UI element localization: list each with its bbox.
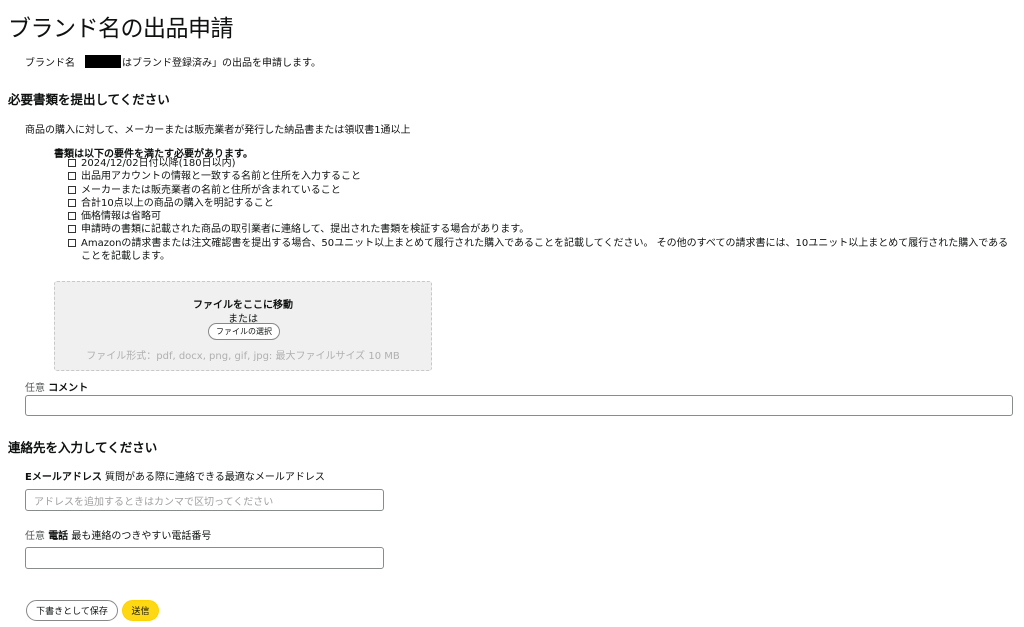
page-title: ブランド名の出品申請 <box>8 16 234 42</box>
dropzone-file-formats: ファイル形式：pdf, docx, png, gif, jpg: 最大ファイルサ… <box>86 351 400 362</box>
dropzone-title: ファイルをここに移動 <box>193 300 293 311</box>
comment-input[interactable] <box>25 395 1013 416</box>
checkbox-icon <box>68 198 76 207</box>
email-hint: 質問がある際に連絡できる最適なメールアドレス <box>105 472 325 483</box>
checkbox-icon <box>68 185 76 194</box>
documents-section-title: 必要書類を提出してください <box>8 92 170 107</box>
requirement-item: 価格情報は省略可 <box>67 210 1012 223</box>
checkbox-icon <box>68 172 76 181</box>
save-draft-button[interactable]: 下書きとして保存 <box>26 600 118 621</box>
comment-label: 任意 コメント <box>25 379 88 394</box>
redacted-brand-name <box>85 55 121 68</box>
requirement-item: 合計10点以上の商品の購入を明記すること <box>67 197 1012 210</box>
email-input[interactable]: アドレスを追加するときはカンマで区切ってください <box>25 489 384 511</box>
requirement-item: 出品用アカウントの情報と一致する名前と住所を入力すること <box>67 170 1012 183</box>
phone-input[interactable] <box>25 547 384 569</box>
optional-tag: 任意 <box>25 531 45 542</box>
requirement-item: Amazonの請求書または注文確認書を提出する場合、50ユニット以上まとめて履行… <box>67 237 1012 264</box>
optional-tag: 任意 <box>25 383 45 394</box>
email-label-text: Eメールアドレス <box>25 472 102 483</box>
checkbox-icon <box>68 225 76 234</box>
phone-hint: 最も連絡のつきやすい電話番号 <box>71 531 212 542</box>
checkbox-icon <box>68 212 76 221</box>
checkbox-icon <box>68 238 76 247</box>
email-label: Eメールアドレス 質問がある際に連絡できる最適なメールアドレス <box>25 468 325 483</box>
documents-description: 商品の購入に対して、メーカーまたは販売業者が発行した納品書または領収書1通以上 <box>25 125 411 136</box>
phone-label-text: 電話 <box>48 531 69 542</box>
requirement-item: 申請時の書類に記載された商品の取引業者に連絡して、提出された書類を検証する場合が… <box>67 223 1012 236</box>
requirements-list: 2024/12/02日付以降(180日以内) 出品用アカウントの情報と一致する名… <box>67 157 1012 263</box>
phone-label: 任意 電話 最も連絡のつきやすい電話番号 <box>25 527 211 542</box>
intro-prefix: ブランド名 <box>25 58 75 69</box>
choose-file-button[interactable]: ファイルの選択 <box>208 323 280 340</box>
contact-section-title: 連絡先を入力してください <box>8 440 158 455</box>
intro-suffix: はブランド登録済み」の出品を申請します。 <box>122 58 321 69</box>
comment-label-text: コメント <box>48 383 89 394</box>
checkbox-icon <box>68 159 76 167</box>
intro-text: ブランド名 はブランド登録済み」の出品を申請します。 <box>25 54 321 69</box>
submit-button[interactable]: 送信 <box>122 600 159 621</box>
requirement-item: 2024/12/02日付以降(180日以内) <box>67 157 1012 170</box>
file-dropzone[interactable]: ファイルをここに移動 または ファイルの選択 ファイル形式：pdf, docx,… <box>54 281 432 371</box>
requirement-item: メーカーまたは販売業者の名前と住所が含まれていること <box>67 184 1012 197</box>
